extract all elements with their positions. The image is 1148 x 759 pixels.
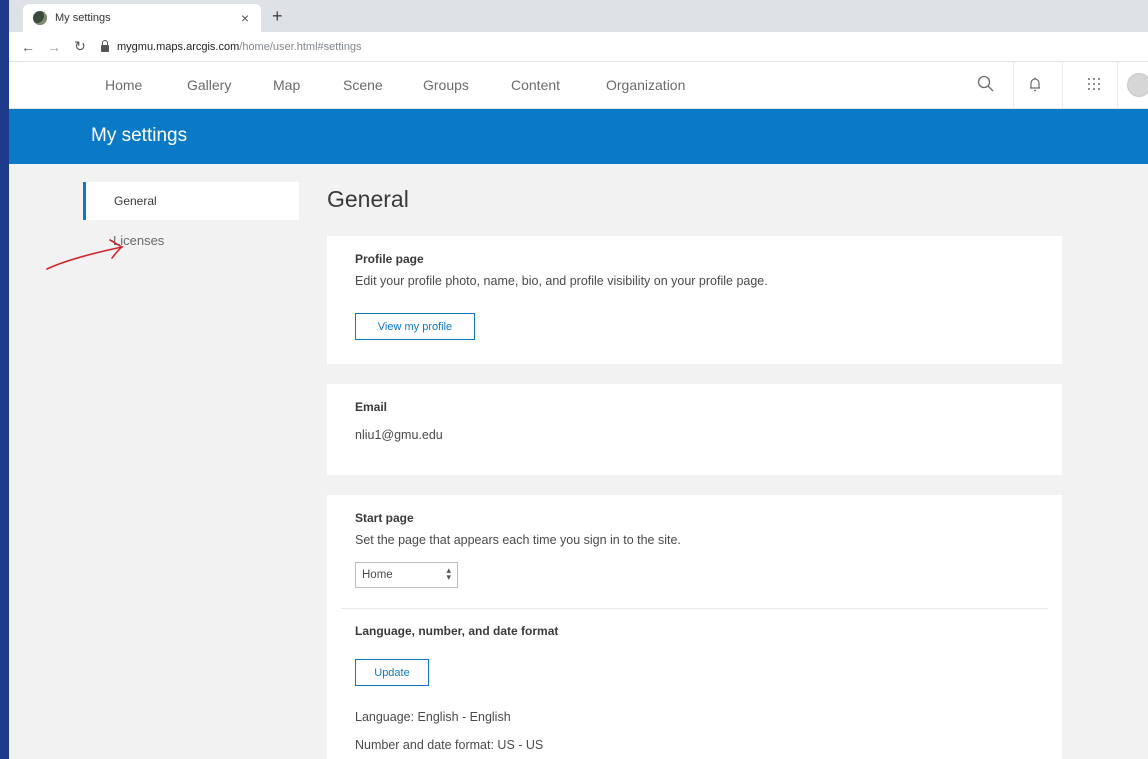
language-value: Language: English - English	[355, 710, 511, 724]
globe-favicon-icon	[33, 11, 47, 25]
apps-grid-icon[interactable]	[1084, 74, 1104, 94]
search-icon[interactable]	[976, 74, 996, 94]
url-field[interactable]: mygmu.maps.arcgis.com/home/user.html#set…	[101, 40, 362, 53]
lock-icon	[101, 40, 109, 52]
page-header: My settings	[9, 109, 1148, 164]
new-tab-button[interactable]: +	[272, 6, 283, 27]
start-page-heading: Start page	[355, 511, 414, 525]
browser-window: My settings × + ← → ↻ mygmu.maps.arcgis.…	[9, 0, 1148, 759]
updown-arrow-icon: ▴ ▾	[446, 565, 451, 582]
start-page-description: Set the page that appears each time you …	[355, 533, 681, 547]
page-title: My settings	[91, 125, 188, 146]
forward-icon[interactable]: →	[47, 39, 61, 55]
url-host: mygmu.maps.arcgis.com	[117, 40, 240, 53]
back-icon[interactable]: ←	[21, 39, 35, 55]
locale-heading: Language, number, and date format	[355, 624, 559, 638]
top-navigation: Home Gallery Map Scene Groups Content Or…	[9, 62, 1148, 109]
nav-separator	[1062, 62, 1063, 109]
nav-map[interactable]: Map	[273, 77, 300, 93]
profile-heading: Profile page	[355, 252, 424, 266]
profile-description: Edit your profile photo, name, bio, and …	[355, 274, 768, 288]
sidebar-item-general[interactable]: General	[83, 182, 299, 220]
window-edge	[0, 0, 9, 759]
close-tab-icon[interactable]: ×	[241, 10, 249, 26]
tab-strip: My settings × +	[9, 0, 1148, 32]
start-page-selected: Home	[362, 569, 393, 581]
bell-icon[interactable]	[1025, 74, 1045, 94]
url-path: /home/user.html#settings	[239, 40, 362, 53]
nav-home[interactable]: Home	[105, 77, 142, 93]
update-button[interactable]: Update	[355, 659, 429, 686]
address-bar: ← → ↻ mygmu.maps.arcgis.com/home/user.ht…	[9, 32, 1148, 62]
divider	[341, 608, 1048, 609]
email-card: Email nliu1@gmu.edu	[327, 384, 1062, 475]
section-title: General	[327, 186, 409, 212]
view-profile-button[interactable]: View my profile	[355, 313, 475, 340]
nav-organization[interactable]: Organization	[606, 77, 685, 93]
email-value: nliu1@gmu.edu	[355, 428, 443, 442]
preferences-card: Start page Set the page that appears eac…	[327, 495, 1062, 759]
email-heading: Email	[355, 400, 388, 414]
nav-scene[interactable]: Scene	[343, 77, 383, 93]
nav-gallery[interactable]: Gallery	[187, 77, 231, 93]
nav-groups[interactable]: Groups	[423, 77, 469, 93]
profile-card: Profile page Edit your profile photo, na…	[327, 236, 1062, 364]
start-page-select[interactable]: Home ▴ ▾	[355, 562, 458, 588]
red-arrow-annotation	[46, 239, 124, 270]
nav-separator	[1013, 62, 1014, 109]
tab-title: My settings	[55, 12, 111, 24]
number-date-format-value: Number and date format: US - US	[355, 738, 544, 752]
nav-separator	[1117, 62, 1118, 109]
reload-icon[interactable]: ↻	[73, 38, 87, 55]
browser-tab[interactable]: My settings ×	[23, 4, 261, 32]
avatar[interactable]	[1127, 73, 1148, 97]
nav-content[interactable]: Content	[511, 77, 560, 93]
